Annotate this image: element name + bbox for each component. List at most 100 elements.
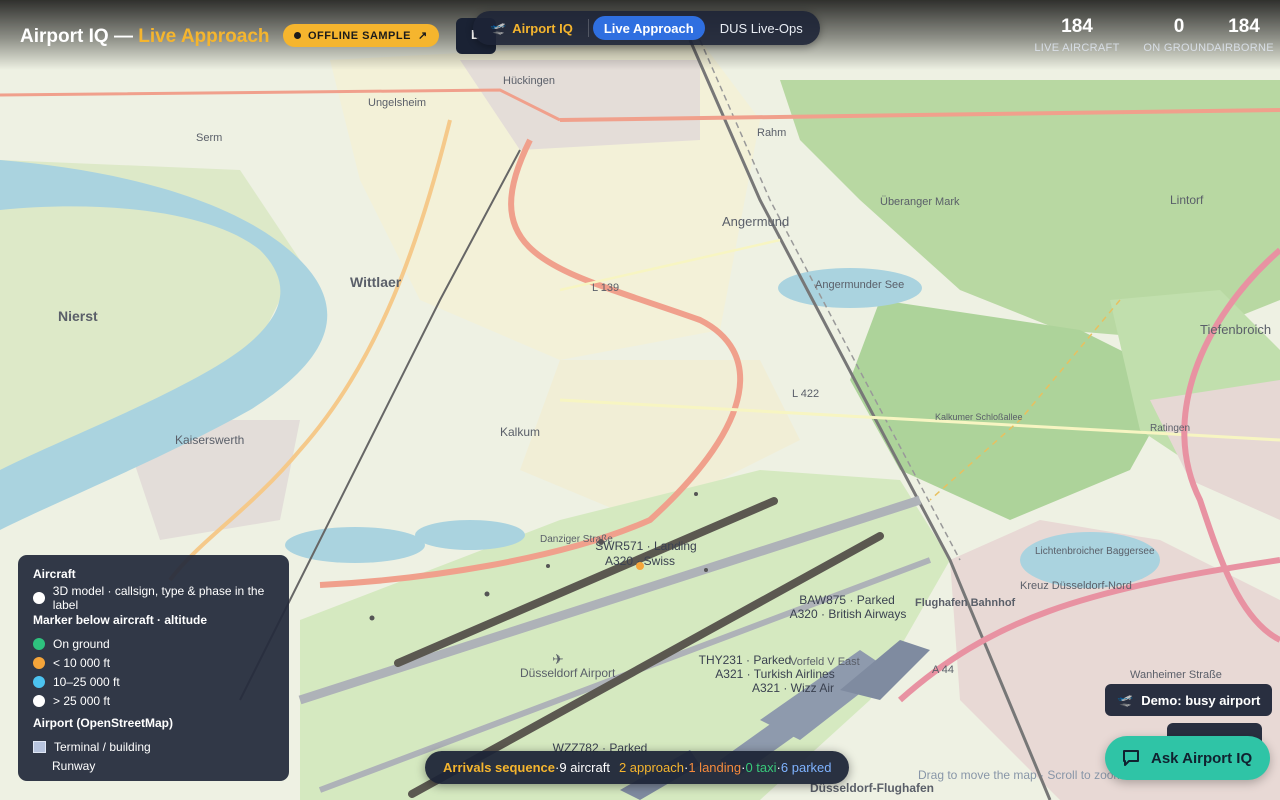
legend-heading: Aircraft	[33, 567, 76, 581]
aircraft-marker[interactable]	[369, 615, 375, 621]
aircraft-airline: British Airways	[828, 607, 906, 621]
place-label: Ungelsheim	[368, 97, 426, 109]
airplane-icon: 🛫	[490, 20, 507, 35]
title-accent: Live Approach	[138, 26, 270, 47]
ask-airport-iq-button[interactable]: Ask Airport IQ	[1105, 736, 1271, 780]
legend-row: Runway	[33, 756, 289, 775]
sequence-parked-count: 6 parked	[780, 760, 832, 775]
svg-text:A321 · Turkish Airlines: A321 · Turkish Airlines	[715, 667, 834, 681]
place-label: Kaiserswerth	[175, 433, 244, 447]
sequence-landing-count: 1 landing	[688, 760, 742, 775]
place-label: Serm	[196, 132, 222, 144]
legend-label: Runway	[52, 758, 96, 773]
tab-dus-live-ops[interactable]: DUS Live-Ops	[709, 16, 814, 40]
offline-sample-badge[interactable]: OFFLINE SAMPLE ↗	[283, 24, 439, 47]
legend-row: 10–25 000 ft	[33, 672, 289, 691]
sequence-taxi-count: 0 taxi	[745, 760, 777, 775]
place-label: Überanger Mark	[880, 196, 960, 208]
on-ground-dot-icon	[33, 637, 45, 650]
legend-row: < 10 000 ft	[33, 653, 289, 672]
arrivals-sequence-bar[interactable]: Arrivals sequence · 9 aircraft 2 approac…	[425, 751, 850, 784]
legend-label: < 10 000 ft	[53, 655, 111, 670]
aircraft-type: A320	[790, 607, 818, 621]
place-label: Lichtenbroicher Baggersee	[1035, 546, 1155, 557]
tab-live-approach[interactable]: Live Approach	[592, 16, 705, 40]
road-label: L 139	[592, 282, 619, 294]
legend-heading: Marker below aircraft · altitude	[33, 613, 208, 627]
nav-divider	[587, 19, 589, 37]
legend-label: > 25 000 ft	[53, 693, 111, 708]
brand-label: Airport IQ	[512, 20, 573, 36]
aircraft-marker[interactable]	[546, 564, 550, 568]
aircraft-type: A321	[715, 667, 743, 681]
aircraft-callsign: BAW875	[799, 593, 846, 607]
demo-busy-airport-button[interactable]: 🛫 Demo: busy airport	[1105, 684, 1273, 716]
tab-airport-iq[interactable]: 🛫 Airport IQ	[479, 16, 584, 40]
stat-value: 184	[1228, 16, 1260, 37]
aircraft-label[interactable]: A321 · Wizz Air	[752, 681, 834, 695]
stat-label: AIRBORNE	[1214, 42, 1274, 54]
legend-label: Terminal / building	[54, 739, 151, 754]
aircraft-model-icon	[33, 591, 45, 604]
road-label: Kalkumer Schloßallee	[935, 412, 1023, 422]
stat-airborne: 184 AIRBORNE	[1196, 16, 1280, 54]
aircraft-marker[interactable]	[636, 562, 644, 570]
map-hint: Drag to move the map · Scroll to zoom	[918, 768, 1124, 782]
aircraft-type: A321	[752, 681, 780, 695]
aircraft-phase: Parked	[753, 653, 791, 667]
place-label: Kalkum	[500, 425, 540, 439]
aircraft-type: A320	[605, 554, 633, 568]
terminal-swatch-icon	[33, 740, 46, 753]
sequence-aircraft-count: 9 aircraft	[559, 760, 610, 775]
high-altitude-dot-icon	[33, 694, 45, 707]
place-label: Düsseldorf Airport	[520, 666, 616, 680]
svg-text:SWR571 · Landing: SWR571 · Landing	[595, 539, 696, 553]
road-label: Wanheimer Straße	[1130, 669, 1222, 681]
road-label: Kreuz Düsseldorf-Nord	[1020, 580, 1132, 592]
legend-label: 10–25 000 ft	[53, 674, 120, 689]
app-title: Airport IQ — Live Approach	[20, 26, 270, 48]
legend-label: On ground	[53, 636, 110, 651]
legend-row: 3D model · callsign, type & phase in the…	[33, 584, 289, 612]
chat-bubble-icon	[1123, 750, 1139, 766]
svg-text:A320 · British Airways: A320 · British Airways	[790, 607, 907, 621]
svg-text:THY231 · Parked: THY231 · Parked	[699, 653, 792, 667]
place-label: Angermund	[722, 214, 789, 229]
aircraft-marker[interactable]	[704, 568, 708, 572]
sequence-approach-count: 2 approach	[618, 760, 684, 775]
badge-label: OFFLINE SAMPLE	[308, 29, 411, 42]
aircraft-marker[interactable]	[484, 591, 490, 597]
ask-label: Ask Airport IQ	[1151, 749, 1253, 767]
aircraft-label[interactable]: BAW875 · Parked A320 · British Airways	[790, 593, 907, 621]
airplane-icon: 🛫	[1117, 692, 1134, 707]
aircraft-callsign: THY231	[699, 653, 743, 667]
aircraft-airline: Turkish Airlines	[754, 667, 835, 681]
aircraft-marker[interactable]	[694, 492, 698, 496]
svg-text:BAW875 · Parked: BAW875 · Parked	[799, 593, 895, 607]
lake	[285, 527, 425, 563]
sequence-title: Arrivals sequence	[443, 760, 556, 775]
place-label: Nierst	[58, 308, 98, 324]
mid-altitude-dot-icon	[33, 675, 45, 688]
aircraft-marker[interactable]	[598, 539, 604, 545]
legend-row: > 25 000 ft	[33, 691, 289, 710]
airport-icon: ✈	[552, 651, 564, 667]
aircraft-airline: Swiss	[644, 554, 675, 568]
aircraft-phase: Parked	[857, 593, 895, 607]
legend-label: 3D model · callsign, type & phase in the…	[52, 583, 265, 612]
top-nav: 🛫 Airport IQ Live Approach DUS Live-Ops	[473, 11, 820, 45]
map-legend: Aircraft 3D model · callsign, type & pha…	[18, 555, 289, 781]
legend-row: On ground	[33, 634, 289, 653]
aircraft-phase: Landing	[654, 539, 697, 553]
legend-heading: Airport (OpenStreetMap)	[33, 716, 174, 730]
svg-text:A321 · Wizz Air: A321 · Wizz Air	[752, 681, 834, 695]
place-label: Hückingen	[503, 75, 555, 87]
place-label: Flughafen Bahnhof	[915, 597, 1016, 609]
place-label: Wittlaer	[350, 274, 402, 290]
low-altitude-dot-icon	[33, 656, 45, 669]
place-label: Rahm	[757, 127, 786, 139]
lake	[415, 520, 525, 550]
place-label: Angermunder See	[815, 279, 904, 291]
place-label: Ratingen	[1150, 423, 1190, 434]
external-link-icon: ↗	[417, 30, 428, 42]
